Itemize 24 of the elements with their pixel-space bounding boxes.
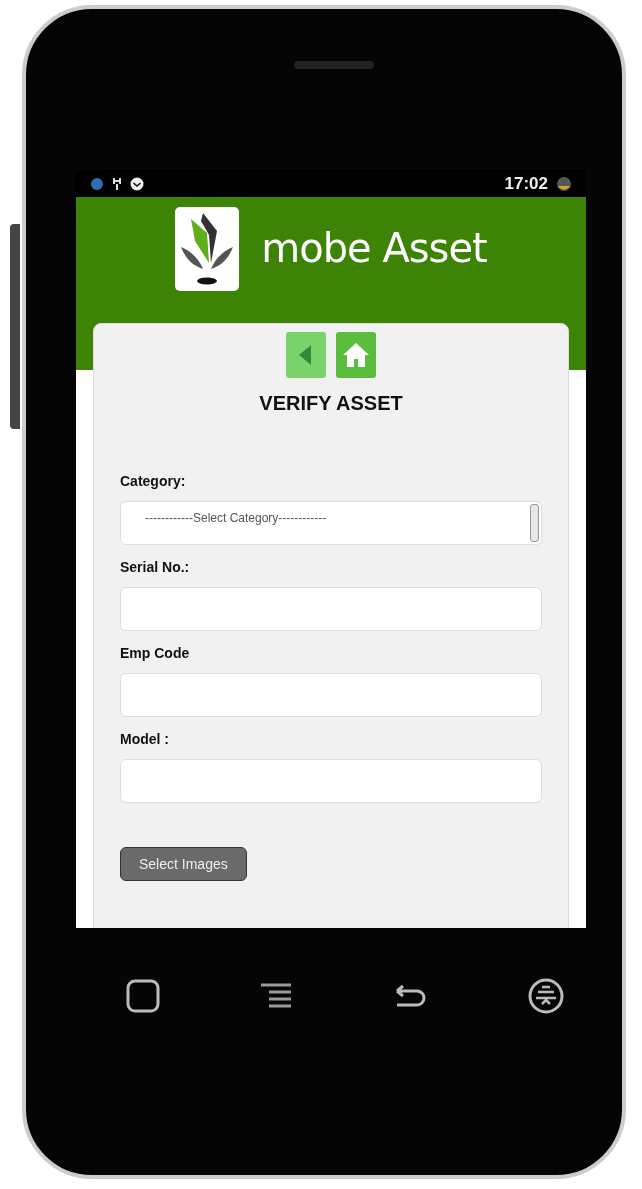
square-icon[interactable] bbox=[126, 979, 160, 1013]
mail-icon bbox=[130, 176, 144, 191]
network-circle-icon[interactable] bbox=[527, 978, 564, 1014]
back-arrow-icon[interactable] bbox=[393, 984, 428, 1008]
category-dropdown[interactable]: ------------Select Category------------ bbox=[120, 501, 542, 545]
back-button[interactable] bbox=[286, 332, 326, 378]
dropdown-scroll-handle bbox=[530, 504, 539, 542]
battery-icon bbox=[556, 175, 572, 192]
home-button[interactable] bbox=[336, 332, 376, 378]
field-label: Serial No.: bbox=[120, 559, 191, 575]
usb-icon bbox=[112, 176, 122, 191]
menu-icon[interactable] bbox=[260, 983, 293, 1009]
input-field[interactable] bbox=[120, 673, 542, 717]
app-name: mobe Asset bbox=[261, 225, 487, 271]
field-label: Emp Code bbox=[120, 645, 191, 661]
input-field[interactable] bbox=[120, 759, 542, 803]
page-title: VERIFY ASSET bbox=[258, 392, 404, 415]
clock-time: 17:02 bbox=[504, 173, 548, 194]
field-label: Category: bbox=[120, 473, 187, 489]
field-label: Model : bbox=[120, 731, 170, 747]
home-icon bbox=[341, 341, 371, 369]
plant-logo-icon bbox=[175, 207, 240, 291]
select-images-button[interactable]: Select Images bbox=[120, 847, 247, 881]
input-field[interactable] bbox=[120, 587, 542, 631]
